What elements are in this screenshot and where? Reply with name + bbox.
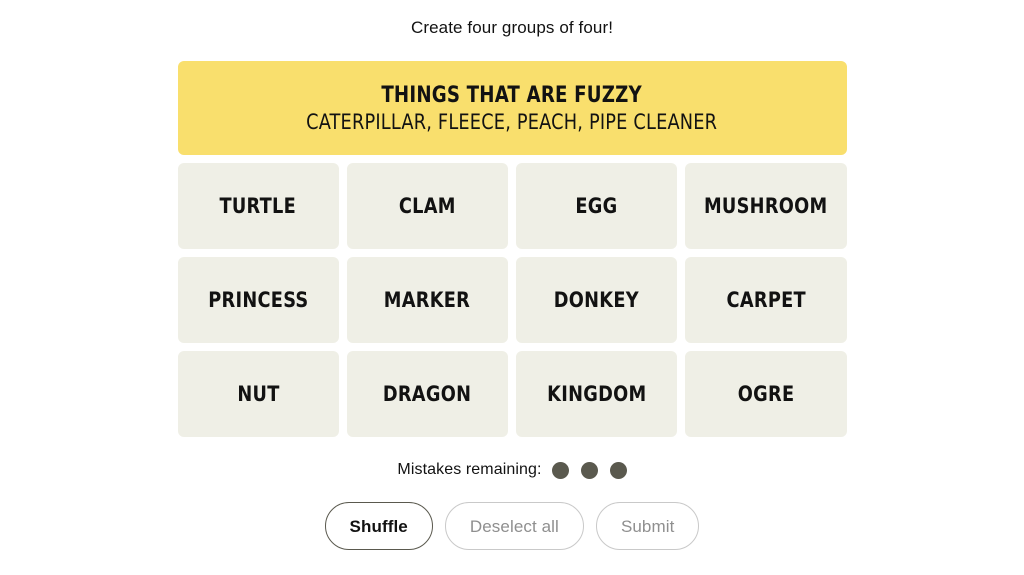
word-tile-egg[interactable]: EGG xyxy=(516,163,678,249)
mistakes-label: Mistakes remaining: xyxy=(397,461,542,478)
word-tile-turtle[interactable]: TURTLE xyxy=(177,163,339,249)
tile-label: NUT xyxy=(236,382,280,406)
tile-row: PRINCESS MARKER DONKEY CARPET xyxy=(177,257,847,343)
solved-group-yellow: THINGS THAT ARE FUZZY CATERPILLAR, FLEEC… xyxy=(177,61,847,155)
tile-label: DRAGON xyxy=(383,382,472,406)
mistakes-remaining: Mistakes remaining: xyxy=(397,459,627,481)
tile-label: MUSHROOM xyxy=(704,194,828,218)
word-tile-kingdom[interactable]: KINGDOM xyxy=(516,351,678,437)
mistake-dot-icon xyxy=(580,461,598,479)
tile-row: NUT DRAGON KINGDOM OGRE xyxy=(177,351,847,437)
solved-group-members: CATERPILLAR, FLEECE, PEACH, PIPE CLEANER xyxy=(306,109,718,134)
action-buttons: Shuffle Deselect all Submit xyxy=(324,502,700,550)
deselect-all-button[interactable]: Deselect all xyxy=(444,502,584,550)
tile-label: MARKER xyxy=(384,288,471,312)
word-tile-marker[interactable]: MARKER xyxy=(346,257,508,343)
submit-button[interactable]: Submit xyxy=(595,502,700,550)
word-tile-clam[interactable]: CLAM xyxy=(346,163,508,249)
instruction-text: Create four groups of four! xyxy=(410,18,614,37)
word-tile-princess[interactable]: PRINCESS xyxy=(177,257,339,343)
tile-label: KINGDOM xyxy=(546,382,647,406)
word-tile-donkey[interactable]: DONKEY xyxy=(516,257,678,343)
game-board: THINGS THAT ARE FUZZY CATERPILLAR, FLEEC… xyxy=(177,61,847,437)
mistake-dot-icon xyxy=(609,461,627,479)
word-tile-nut[interactable]: NUT xyxy=(177,351,339,437)
tile-label: PRINCESS xyxy=(207,288,309,312)
word-tile-ogre[interactable]: OGRE xyxy=(685,351,847,437)
mistake-dots xyxy=(551,461,627,479)
tile-label: EGG xyxy=(575,194,618,218)
tile-label: TURTLE xyxy=(219,194,297,218)
solved-group-title: THINGS THAT ARE FUZZY xyxy=(381,82,643,108)
word-tile-dragon[interactable]: DRAGON xyxy=(346,351,508,437)
tile-label: OGRE xyxy=(737,382,795,406)
word-tile-carpet[interactable]: CARPET xyxy=(685,257,847,343)
word-tile-mushroom[interactable]: MUSHROOM xyxy=(685,163,847,249)
tile-label: DONKEY xyxy=(554,288,640,312)
tile-label: CLAM xyxy=(398,194,456,218)
shuffle-button[interactable]: Shuffle xyxy=(324,502,433,550)
connections-game: Create four groups of four! THINGS THAT … xyxy=(0,0,1024,575)
tile-label: CARPET xyxy=(726,288,806,312)
tile-row: TURTLE CLAM EGG MUSHROOM xyxy=(177,163,847,249)
mistake-dot-icon xyxy=(551,461,569,479)
